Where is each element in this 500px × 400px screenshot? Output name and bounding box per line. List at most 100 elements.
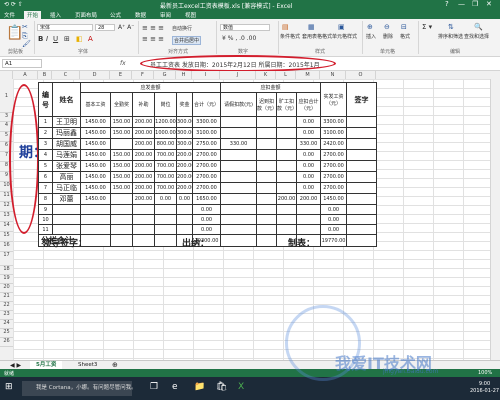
table-cell[interactable] [110,224,133,235]
table-cell[interactable] [276,149,298,161]
table-cell[interactable] [276,116,298,128]
table-cell[interactable]: 1450.00 [80,193,111,205]
table-cell[interactable]: 150.00 [110,149,133,161]
table-cell[interactable]: 1650.00 [191,193,222,205]
table-cell[interactable] [80,224,111,235]
table-cell[interactable] [220,127,258,139]
cut-icon[interactable]: ✂ [22,23,28,31]
signature-cell[interactable] [346,224,378,235]
table-cell[interactable]: 150.00 [110,116,133,128]
table-cell[interactable] [256,204,278,215]
table-cell[interactable]: 150.00 [110,171,133,183]
col-header[interactable]: O [346,71,376,79]
find-icon[interactable]: 🔍 [474,23,483,31]
table-cell[interactable]: 300.00 [176,138,193,150]
tab-data[interactable]: 数据 [135,11,146,19]
table-cell[interactable]: 700.00 [154,160,177,172]
table-cell[interactable] [154,214,177,225]
row-header[interactable]: 20 [0,284,13,293]
table-cell[interactable]: 150.00 [110,127,133,139]
table-cell[interactable]: 1450.00 [80,127,111,139]
select-all-corner[interactable] [0,71,13,79]
format-button[interactable]: 格式 [400,33,410,40]
table-cell[interactable]: 2700.00 [191,182,222,194]
table-cell[interactable]: 0.00 [320,224,348,235]
table-cell[interactable]: 200.00 [132,193,155,205]
table-cell[interactable]: 1450.00 [80,160,111,172]
table-cell[interactable] [256,160,278,172]
table-cell[interactable]: 0.00 [191,224,222,235]
table-cell[interactable]: 1450.00 [80,116,111,128]
table-cell[interactable]: 1450.00 [80,149,111,161]
clock[interactable]: 9:00 2016-01-27 [470,381,499,395]
row-header[interactable]: 23 [0,311,13,320]
delete-icon[interactable]: ⊖ [384,23,390,31]
table-cell[interactable]: 200.00 [176,160,193,172]
cell-style-button[interactable]: 单元格样式 [332,33,357,40]
table-cell[interactable]: 1 [38,116,53,128]
sort-filter-button[interactable]: 排序和筛选 [438,33,463,40]
table-cell[interactable] [276,182,298,194]
table-cell[interactable]: 3 [38,138,53,150]
table-cell[interactable]: 0.00 [320,214,348,225]
table-cell[interactable]: 7 [38,182,53,194]
table-cell[interactable]: 9 [38,204,53,215]
table-cell[interactable] [52,204,81,215]
table-cell[interactable] [154,204,177,215]
fill-color-icon[interactable]: ◧ [76,35,83,43]
table-cell[interactable]: 200.00 [296,193,322,205]
table-cell[interactable] [296,204,322,215]
table-cell[interactable]: 2750.00 [191,138,222,150]
table-cell[interactable]: 马莲娟 [52,149,81,161]
store-icon[interactable]: 🛍 [216,382,227,392]
tab-formulas[interactable]: 公式 [110,11,121,19]
table-cell[interactable]: 800.00 [154,138,177,150]
table-cell[interactable]: 0.00 [320,204,348,215]
table-cell[interactable]: 1200.00 [154,116,177,128]
table-cell[interactable]: 6 [38,171,53,183]
tab-file[interactable]: 文件 [4,11,15,19]
table-cell[interactable]: 200.00 [132,127,155,139]
table-cell[interactable]: 胡国威 [52,138,81,150]
table-cell[interactable]: 2700.00 [320,149,348,161]
signature-cell[interactable] [346,127,378,139]
insert-icon[interactable]: ⊕ [367,23,373,31]
format-icon[interactable]: ⊟ [401,23,407,31]
table-cell[interactable] [276,138,298,150]
table-cell[interactable] [220,182,258,194]
col-header[interactable]: E [110,71,132,79]
table-cell[interactable]: 2700.00 [320,160,348,172]
table-cell[interactable]: 200.00 [176,171,193,183]
table-cell[interactable]: 200.00 [132,171,155,183]
font-color-icon[interactable]: A [88,35,93,43]
row-header[interactable]: 13 [0,212,13,222]
align-top-icon[interactable]: ≡ ≡ ≡ [142,24,164,32]
row-header[interactable]: 22 [0,302,13,311]
row-header[interactable]: 1 [0,79,13,113]
col-header[interactable]: D [80,71,110,79]
explorer-icon[interactable]: 📁 [194,382,205,392]
table-cell[interactable] [276,204,298,215]
col-header[interactable]: K [256,71,276,79]
sort-filter-icon[interactable]: ⇅ [448,23,454,31]
table-cell[interactable]: 2700.00 [191,149,222,161]
table-cell[interactable]: 0.00 [296,160,322,172]
table-cell[interactable]: 200.00 [132,149,155,161]
table-cell[interactable] [256,116,278,128]
table-cell[interactable]: 3100.00 [191,127,222,139]
table-cell[interactable] [110,204,133,215]
table-cell[interactable]: 700.00 [154,149,177,161]
delete-button[interactable]: 删除 [383,33,393,40]
table-cell[interactable]: 0.00 [191,204,222,215]
table-cell[interactable] [110,138,133,150]
col-header[interactable]: B [38,71,52,79]
cell-style-icon[interactable]: ▣ [338,23,345,31]
signature-cell[interactable] [346,160,378,172]
table-cell[interactable]: 1450.00 [80,138,111,150]
row-header[interactable]: 14 [0,222,13,232]
table-cell[interactable] [220,171,258,183]
task-view-icon[interactable]: ❐ [150,382,158,392]
table-cell[interactable]: 马正临 [52,182,81,194]
conditional-format-button[interactable]: 条件格式 [280,33,300,40]
minimize-icon[interactable]: — [458,0,465,8]
